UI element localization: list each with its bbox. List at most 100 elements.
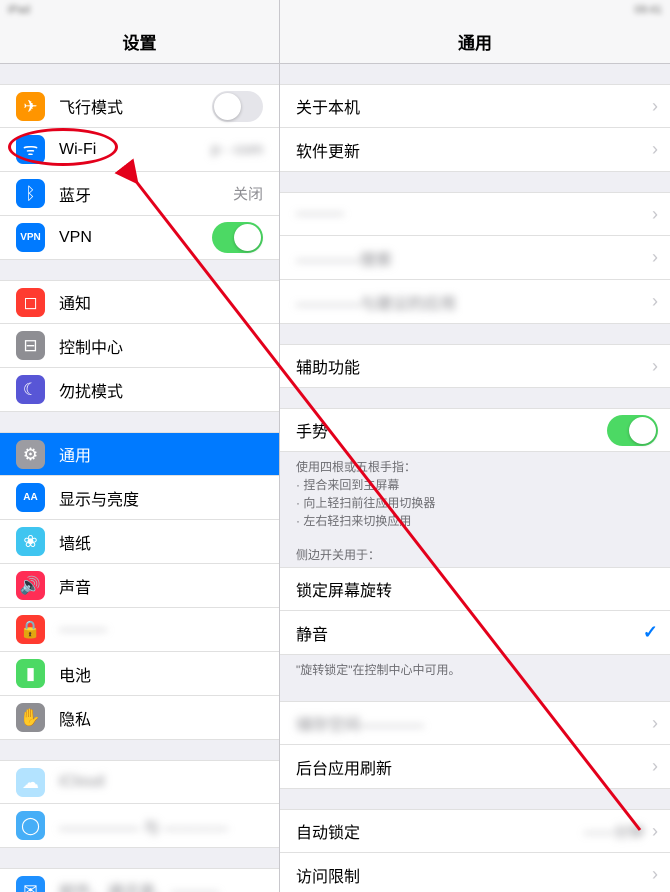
sidebar-item-display[interactable]: AA 显示与亮度 — [0, 476, 279, 520]
settings-sidebar: iPad 设置 ✈ 飞行模式 ᯤWi-Fip···com ᛒ 蓝牙关闭 VPN VPN ◻ 通知… — [0, 0, 280, 892]
sidebar-label: 控制中心 — [59, 334, 263, 358]
sidebar-item-mail[interactable]: ✉邮件、通讯录、——— — [0, 868, 279, 892]
gesture-footer: 使用四根或五根手指：· 捏合来回到主屏幕· 向上轻扫前往应用切换器· 左右轻扫来… — [280, 452, 670, 532]
sidebar-item-sounds[interactable]: 🔊 声音 — [0, 564, 279, 608]
status-bar-right: 09:41 — [280, 0, 670, 20]
icloud-icon: ☁ — [16, 768, 45, 797]
sidebar-item-itunes[interactable]: ◯ ————— 与 ———— — [0, 804, 279, 848]
detail-row[interactable]: ————搜索 › — [280, 236, 670, 280]
sidebar-label: iCloud — [59, 773, 263, 791]
sidebar-value: 关闭 — [233, 183, 263, 204]
side-switch-header: 侧边开关用于： — [280, 532, 670, 567]
detail-label: 关于本机 — [296, 94, 644, 118]
chevron-icon: › — [652, 139, 658, 160]
dnd-icon: ☾ — [16, 375, 45, 404]
bluetooth-icon: ᛒ — [16, 179, 45, 208]
detail-label: 储存空间———— — [296, 711, 644, 735]
side-switch-option[interactable]: 锁定屏幕旋转 — [280, 567, 670, 611]
detail-row[interactable]: 手势 — [280, 408, 670, 452]
side-switch-footer: "旋转锁定"在控制中心中可用。 — [280, 655, 670, 681]
detail-label: 自动锁定 — [296, 819, 584, 843]
detail-title: 通用 — [280, 20, 670, 64]
sidebar-item-vpn[interactable]: VPN VPN — [0, 216, 279, 260]
sidebar-label: 电池 — [59, 662, 263, 686]
detail-label: 软件更新 — [296, 138, 644, 162]
chevron-icon: › — [652, 756, 658, 777]
settings-title: 设置 — [0, 20, 279, 64]
detail-label: ——— — [296, 205, 644, 223]
detail-label: 后台应用刷新 — [296, 755, 644, 779]
sidebar-label: 显示与亮度 — [59, 486, 263, 510]
itunes-icon: ◯ — [16, 811, 45, 840]
airplane-icon: ✈ — [16, 92, 45, 121]
sidebar-item-control-center[interactable]: ⊟ 控制中心 — [0, 324, 279, 368]
checkmark-icon: ✓ — [643, 622, 658, 643]
display-icon: AA — [16, 483, 45, 512]
side-switch-option[interactable]: 静音✓ — [280, 611, 670, 655]
detail-toggle[interactable] — [607, 415, 658, 446]
sidebar-item-general[interactable]: ⚙ 通用 — [0, 432, 279, 476]
sidebar-label: ——— — [59, 621, 263, 639]
chevron-icon: › — [652, 864, 658, 885]
detail-panel: 09:41 通用 关于本机 › 软件更新 › ——— › ————搜索 › ————与建议的应用… — [280, 0, 670, 892]
sidebar-item-dnd[interactable]: ☾ 勿扰模式 — [0, 368, 279, 412]
sidebar-item-privacy[interactable]: ✋ 隐私 — [0, 696, 279, 740]
option-label: 静音 — [296, 621, 643, 645]
detail-row[interactable]: 关于本机 › — [280, 84, 670, 128]
detail-row[interactable]: ——— › — [280, 192, 670, 236]
status-carrier: iPad — [8, 4, 30, 16]
sidebar-item-battery[interactable]: ▮ 电池 — [0, 652, 279, 696]
sidebar-label: 通知 — [59, 290, 263, 314]
detail-row[interactable]: ————与建议的应用› — [280, 280, 670, 324]
detail-row[interactable]: 访问限制 › — [280, 853, 670, 892]
detail-row[interactable]: 软件更新 › — [280, 128, 670, 172]
sidebar-label: 邮件、通讯录、——— — [59, 878, 263, 892]
sidebar-label: 飞行模式 — [59, 94, 212, 118]
chevron-icon: › — [652, 247, 658, 268]
chevron-icon: › — [652, 356, 658, 377]
sounds-icon: 🔊 — [16, 571, 45, 600]
sidebar-label: 蓝牙 — [59, 182, 233, 206]
sidebar-item-airplane[interactable]: ✈ 飞行模式 — [0, 84, 279, 128]
battery-icon: ▮ — [16, 659, 45, 688]
status-bar-left: iPad — [0, 0, 279, 20]
chevron-icon: › — [652, 821, 658, 842]
detail-label: 辅助功能 — [296, 354, 644, 378]
chevron-icon: › — [652, 204, 658, 225]
detail-row[interactable]: 后台应用刷新 › — [280, 745, 670, 789]
privacy-icon: ✋ — [16, 703, 45, 732]
touchid-icon: 🔒 — [16, 615, 45, 644]
vpn-icon-toggle[interactable] — [212, 222, 263, 253]
sidebar-item-wifi[interactable]: ᯤWi-Fip···com — [0, 128, 279, 172]
sidebar-item-icloud[interactable]: ☁ iCloud — [0, 760, 279, 804]
detail-label: 访问限制 — [296, 863, 644, 887]
sidebar-item-touchid[interactable]: 🔒 ——— — [0, 608, 279, 652]
notifications-icon: ◻ — [16, 288, 45, 317]
detail-label: ————与建议的应用 — [296, 290, 644, 314]
detail-label: ————搜索 — [296, 246, 644, 270]
sidebar-label: VPN — [59, 229, 212, 247]
chevron-icon: › — [652, 96, 658, 117]
sidebar-label: ————— 与 ———— — [59, 814, 263, 838]
control-center-icon: ⊟ — [16, 331, 45, 360]
detail-row[interactable]: 储存空间————› — [280, 701, 670, 745]
wifi-icon: ᯤ — [16, 135, 45, 164]
airplane-icon-toggle[interactable] — [212, 91, 263, 122]
detail-value: ——分钟 — [584, 821, 644, 842]
detail-row[interactable]: 自动锁定——分钟 › — [280, 809, 670, 853]
sidebar-item-notifications[interactable]: ◻ 通知 — [0, 280, 279, 324]
status-time: 09:41 — [634, 4, 662, 16]
sidebar-label: 勿扰模式 — [59, 378, 263, 402]
sidebar-label: 声音 — [59, 574, 263, 598]
option-label: 锁定屏幕旋转 — [296, 577, 658, 601]
sidebar-item-bluetooth[interactable]: ᛒ 蓝牙关闭 — [0, 172, 279, 216]
general-icon: ⚙ — [16, 440, 45, 469]
vpn-icon: VPN — [16, 223, 45, 252]
wallpaper-icon: ❀ — [16, 527, 45, 556]
detail-label: 手势 — [296, 418, 607, 442]
sidebar-label: 通用 — [59, 442, 263, 466]
sidebar-label: 隐私 — [59, 706, 263, 730]
detail-row[interactable]: 辅助功能 › — [280, 344, 670, 388]
sidebar-item-wallpaper[interactable]: ❀ 墙纸 — [0, 520, 279, 564]
sidebar-label: 墙纸 — [59, 530, 263, 554]
